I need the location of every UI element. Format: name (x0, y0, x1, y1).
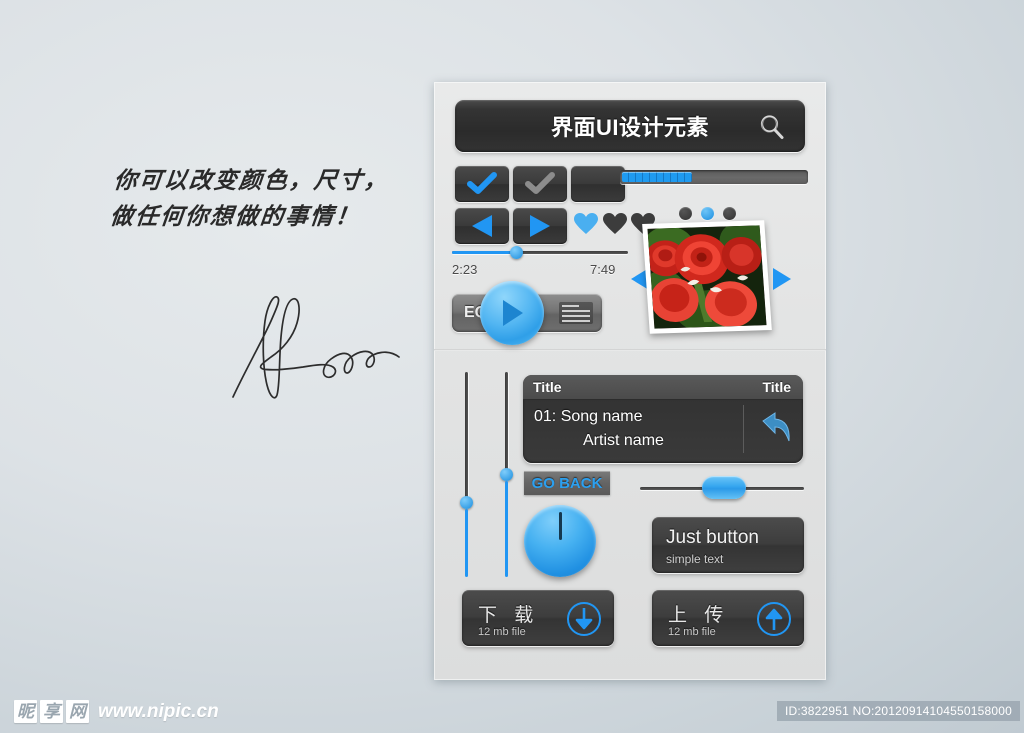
vertical-slider-2-knob[interactable] (500, 468, 513, 481)
search-icon[interactable] (757, 112, 787, 142)
heart-filled-blue[interactable] (574, 213, 598, 234)
progress-bar-fill (622, 172, 692, 182)
signature (215, 285, 420, 405)
search-bar[interactable]: 界面UI设计元素 (455, 100, 805, 152)
download-subtitle: 12 mb file (478, 626, 526, 638)
checkbox-empty[interactable] (571, 166, 625, 202)
time-slider-fill (452, 251, 519, 254)
pager-dot-1[interactable] (679, 207, 692, 220)
time-slider[interactable] (452, 246, 628, 259)
previous-button[interactable] (455, 208, 509, 244)
just-button[interactable]: Just button simple text (652, 517, 804, 573)
time-slider-knob[interactable] (510, 246, 524, 259)
search-bar-title: 界面UI设计元素 (550, 115, 709, 140)
gallery-photo[interactable] (642, 220, 772, 334)
just-button-title: Just button (666, 527, 759, 548)
upload-title: 上 传 (668, 605, 730, 626)
go-back-button[interactable]: GO BACK (524, 471, 610, 495)
arrow-down-circle-icon (566, 601, 602, 637)
next-button[interactable] (513, 208, 567, 244)
song-info-header: Title Title (523, 375, 803, 400)
vertical-slider-1[interactable] (460, 372, 473, 577)
time-total: 7:49 (590, 262, 616, 277)
song-divider (743, 405, 744, 453)
image-id-label: ID:3822951 NO:20120914104550158000 (777, 701, 1020, 721)
just-button-subtitle: simple text (666, 552, 724, 566)
site-logo: 昵 享 网 (14, 700, 89, 723)
vertical-slider-2[interactable] (500, 372, 513, 577)
checkbox-checked-gray[interactable] (513, 166, 567, 202)
heart-filled-dark[interactable] (603, 213, 627, 234)
vertical-slider-1-knob[interactable] (460, 496, 473, 509)
logo-char-1: 昵 (14, 700, 37, 723)
panel-divider (434, 349, 826, 351)
go-back-label: GO BACK (531, 474, 603, 492)
gallery-next-button[interactable] (772, 267, 792, 296)
arrow-up-circle-icon (756, 601, 792, 637)
rotary-knob[interactable] (524, 505, 596, 577)
site-url: www.nipic.cn (98, 700, 219, 722)
reply-arrow-icon[interactable] (755, 411, 793, 447)
song-artist-name: Artist name (583, 432, 664, 449)
progress-bar (620, 170, 808, 184)
playlist-icon[interactable] (559, 302, 593, 324)
upload-subtitle: 12 mb file (668, 626, 716, 638)
vertical-slider-1-track (465, 372, 468, 502)
handwritten-note: 你可以改变颜色，尺寸， 做任何你想做的事情！ (108, 168, 391, 229)
time-elapsed: 2:23 (452, 262, 478, 277)
song-info-box: Title Title 01: Song name Artist name (523, 375, 803, 463)
roses-image (647, 225, 767, 329)
download-title: 下 载 (478, 605, 540, 626)
rotary-knob-indicator (558, 512, 562, 540)
vertical-slider-2-track (505, 372, 508, 474)
play-button[interactable] (480, 281, 544, 345)
pill-slider-handle[interactable] (702, 476, 747, 499)
logo-char-2: 享 (40, 700, 63, 723)
checkbox-checked-blue[interactable] (455, 166, 509, 202)
pager-dot-3[interactable] (723, 207, 736, 220)
vertical-slider-1-fill (465, 509, 468, 577)
vertical-slider-2-fill (505, 481, 508, 577)
site-watermark: 昵 享 网 www.nipic.cn (14, 700, 219, 723)
upload-button[interactable]: 上 传 12 mb file (652, 590, 804, 646)
pill-slider[interactable] (640, 476, 804, 499)
logo-char-3: 网 (66, 700, 89, 723)
pager-dot-2[interactable] (701, 207, 714, 220)
download-button[interactable]: 下 载 12 mb file (462, 590, 614, 646)
song-track-name: 01: Song name (534, 408, 643, 425)
song-header-left: Title (533, 379, 562, 395)
song-header-right: Title (762, 379, 791, 395)
